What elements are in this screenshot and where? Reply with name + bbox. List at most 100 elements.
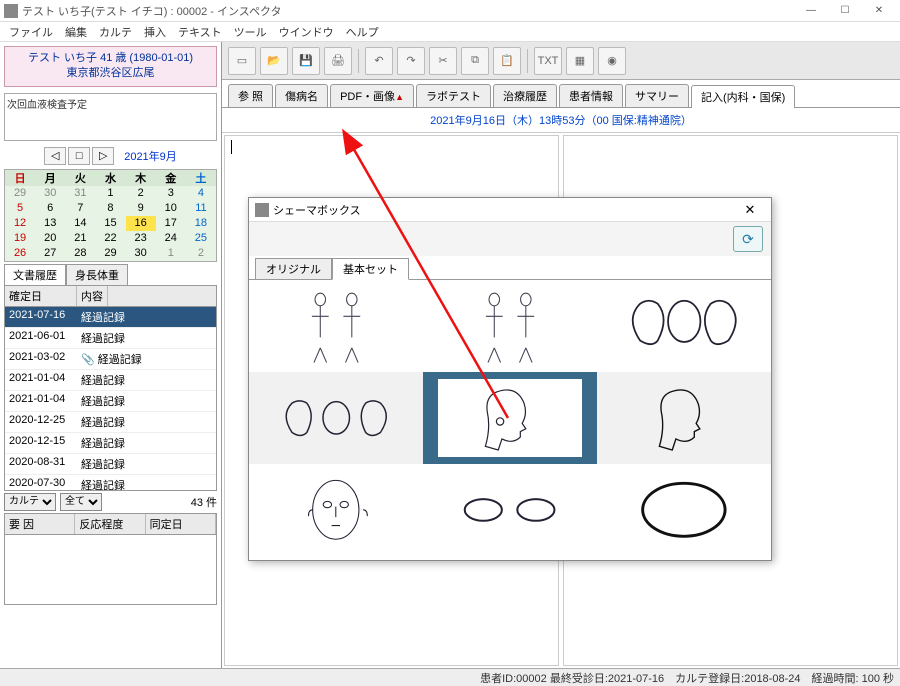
history-row[interactable]: 2020-08-31経過記録 — [5, 454, 216, 475]
cal-day[interactable]: 2 — [186, 246, 216, 261]
history-row[interactable]: 2021-07-16経過記録 — [5, 307, 216, 328]
main-tab[interactable]: 治療履歴 — [493, 84, 557, 107]
cal-stop-button[interactable]: □ — [68, 147, 90, 165]
cal-day[interactable]: 26 — [5, 246, 35, 261]
new-button[interactable]: ▭ — [228, 47, 256, 75]
cal-day[interactable]: 14 — [65, 216, 95, 231]
main-tab[interactable]: PDF・画像▲ — [330, 84, 414, 107]
cal-day[interactable]: 23 — [126, 231, 156, 246]
cal-day[interactable]: 16 — [126, 216, 156, 231]
cal-day[interactable]: 7 — [65, 201, 95, 216]
cal-day[interactable]: 28 — [65, 246, 95, 261]
menu-ヘルプ[interactable]: ヘルプ — [341, 23, 384, 41]
menu-カルテ[interactable]: カルテ — [94, 23, 137, 41]
cal-day[interactable]: 29 — [95, 246, 125, 261]
schema-head-profile-selected[interactable] — [423, 372, 597, 464]
cal-day[interactable]: 15 — [95, 216, 125, 231]
schema-body-pair[interactable] — [249, 280, 423, 372]
schema-face-front[interactable] — [249, 464, 423, 555]
cal-day[interactable]: 1 — [156, 246, 186, 261]
cal-day[interactable]: 17 — [156, 216, 186, 231]
copy-button[interactable]: ⧉ — [461, 47, 489, 75]
window-title: テスト いち子(テスト イチコ) : 00002 - インスペクタ — [22, 3, 282, 19]
memo-box[interactable]: 次回血液検査予定 — [4, 93, 217, 141]
main-tab[interactable]: 傷病名 — [275, 84, 328, 107]
cal-day[interactable]: 4 — [186, 186, 216, 201]
history-row[interactable]: 2021-03-02📎 経過記録 — [5, 349, 216, 370]
cal-day[interactable]: 9 — [126, 201, 156, 216]
cal-day[interactable]: 12 — [5, 216, 35, 231]
history-list[interactable]: 2021-07-16経過記録2021-06-01経過記録2021-03-02📎 … — [4, 307, 217, 491]
schema-dialog: シェーマボックス ✕ ⟳ オリジナル 基本セット — [248, 197, 772, 561]
cal-day[interactable]: 20 — [35, 231, 65, 246]
menu-挿入[interactable]: 挿入 — [139, 23, 171, 41]
main-tab[interactable]: サマリー — [625, 84, 689, 107]
history-row[interactable]: 2021-01-04経過記録 — [5, 370, 216, 391]
cal-day[interactable]: 1 — [95, 186, 125, 201]
stamp-button[interactable]: ◉ — [598, 47, 626, 75]
print-button[interactable]: 🖨 — [324, 47, 352, 75]
cal-day[interactable]: 22 — [95, 231, 125, 246]
cal-day[interactable]: 11 — [186, 201, 216, 216]
cal-day[interactable]: 3 — [156, 186, 186, 201]
menu-ファイル[interactable]: ファイル — [4, 23, 58, 41]
cal-day[interactable]: 19 — [5, 231, 35, 246]
cal-day[interactable]: 29 — [5, 186, 35, 201]
history-row[interactable]: 2020-07-30経過記録 — [5, 475, 216, 491]
schema-head-trio-small[interactable] — [249, 372, 423, 464]
main-tab[interactable]: 参 照 — [228, 84, 273, 107]
open-button[interactable]: 📂 — [260, 47, 288, 75]
filter-type-select[interactable]: カルテ — [4, 493, 56, 511]
save-button[interactable]: 💾 — [292, 47, 320, 75]
history-row[interactable]: 2020-12-15経過記録 — [5, 433, 216, 454]
cal-next-button[interactable]: ▷ — [92, 147, 114, 165]
history-row[interactable]: 2020-12-25経過記録 — [5, 412, 216, 433]
cal-day[interactable]: 10 — [156, 201, 186, 216]
history-row[interactable]: 2021-01-04経過記録 — [5, 391, 216, 412]
cal-day[interactable]: 21 — [65, 231, 95, 246]
menu-編集[interactable]: 編集 — [60, 23, 92, 41]
schema-body-pair-2[interactable] — [423, 280, 597, 372]
tab-doc-history[interactable]: 文書履歴 — [4, 264, 66, 285]
cal-day[interactable]: 24 — [156, 231, 186, 246]
cal-day[interactable]: 27 — [35, 246, 65, 261]
cal-day[interactable]: 30 — [126, 246, 156, 261]
cal-day[interactable]: 2 — [126, 186, 156, 201]
schema-eyes[interactable] — [423, 464, 597, 555]
txt-button[interactable]: TXT — [534, 47, 562, 75]
tab-basic-set[interactable]: 基本セット — [332, 258, 409, 280]
filter-all-select[interactable]: 全て — [60, 493, 102, 511]
cal-prev-button[interactable]: ◁ — [44, 147, 66, 165]
cal-day[interactable]: 18 — [186, 216, 216, 231]
schema-head-profile[interactable] — [597, 372, 771, 464]
cal-day[interactable]: 30 — [35, 186, 65, 201]
menu-ウインドウ[interactable]: ウインドウ — [274, 23, 339, 41]
cal-day[interactable]: 6 — [35, 201, 65, 216]
minimize-button[interactable]: — — [794, 1, 828, 21]
cut-button[interactable]: ✂ — [429, 47, 457, 75]
main-tab[interactable]: 記入(内科・国保) — [691, 85, 795, 108]
cal-day[interactable]: 5 — [5, 201, 35, 216]
paste-button[interactable]: 📋 — [493, 47, 521, 75]
schema-head-trio[interactable] — [597, 280, 771, 372]
dialog-close-button[interactable]: ✕ — [735, 202, 765, 218]
refresh-button[interactable]: ⟳ — [733, 226, 763, 252]
main-tab[interactable]: 患者情報 — [559, 84, 623, 107]
menu-テキスト[interactable]: テキスト — [173, 23, 227, 41]
tab-height-weight[interactable]: 身長体重 — [66, 264, 128, 285]
maximize-button[interactable]: ☐ — [828, 1, 862, 21]
main-tab[interactable]: ラボテスト — [416, 84, 491, 107]
history-row[interactable]: 2021-06-01経過記録 — [5, 328, 216, 349]
img-button[interactable]: ▦ — [566, 47, 594, 75]
cal-day[interactable]: 31 — [65, 186, 95, 201]
redo-button[interactable]: ↷ — [397, 47, 425, 75]
menu-ツール[interactable]: ツール — [229, 23, 272, 41]
cal-day[interactable]: 8 — [95, 201, 125, 216]
cal-day[interactable]: 13 — [35, 216, 65, 231]
undo-button[interactable]: ↶ — [365, 47, 393, 75]
close-button[interactable]: ✕ — [862, 1, 896, 21]
cal-day[interactable]: 25 — [186, 231, 216, 246]
factor-body[interactable] — [4, 535, 217, 605]
schema-oval[interactable] — [597, 464, 771, 555]
tab-original[interactable]: オリジナル — [255, 258, 332, 280]
